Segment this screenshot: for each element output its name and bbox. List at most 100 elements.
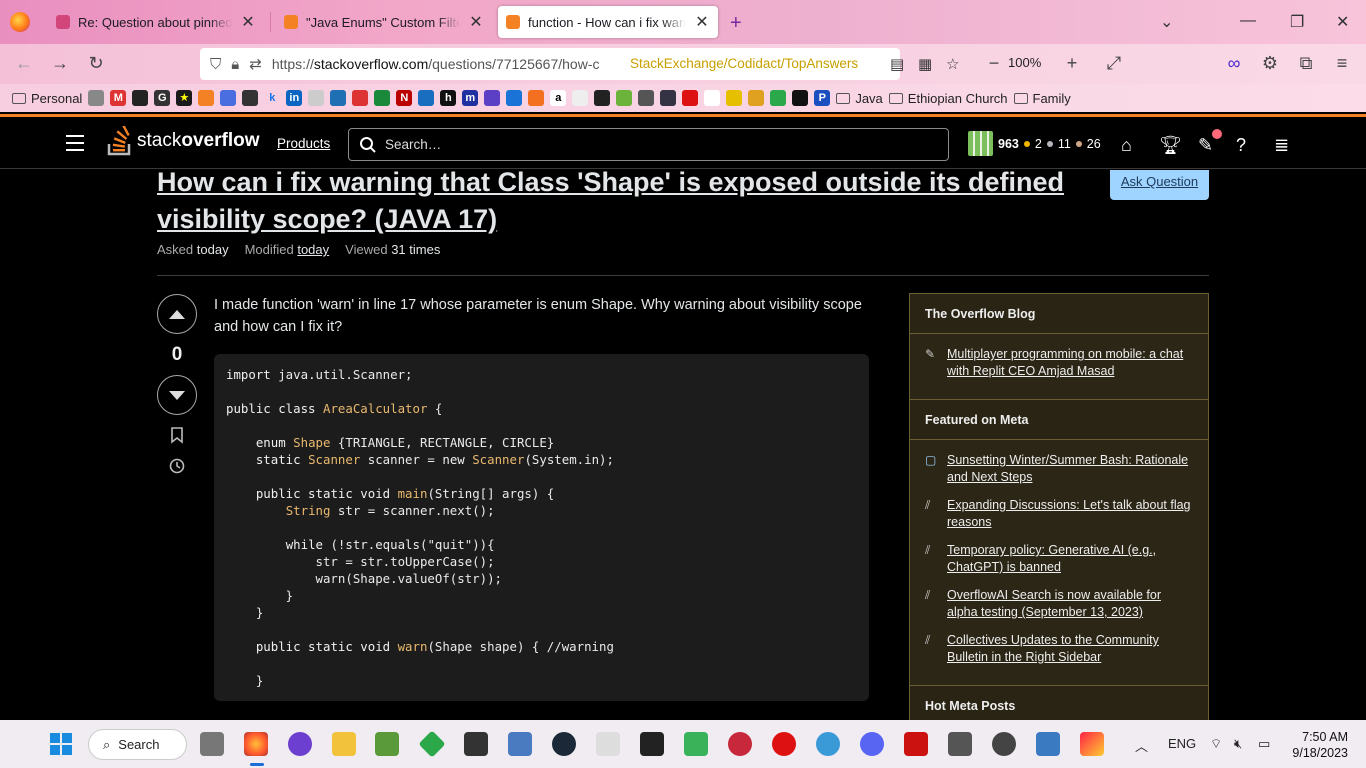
system-clock[interactable]: 7:50 AM 9/18/2023 — [1290, 729, 1348, 761]
zoom-out-icon[interactable]: − — [982, 53, 1006, 74]
code-block[interactable]: import java.util.Scanner; public class A… — [214, 354, 869, 701]
steam-icon[interactable] — [552, 732, 576, 756]
bookmark-icon[interactable] — [792, 90, 809, 106]
monitor-app-icon[interactable] — [508, 732, 532, 756]
desktop-app-icon[interactable] — [1036, 732, 1060, 756]
windows-start-icon[interactable] — [50, 733, 72, 755]
tool-app-icon[interactable] — [1080, 732, 1104, 756]
reader-view-icon[interactable]: ▤ — [890, 55, 904, 73]
restore-icon[interactable]: ❐ — [1290, 12, 1304, 32]
zoom-in-icon[interactable]: + — [1060, 53, 1084, 74]
bookmark-folder-family[interactable]: Family — [1013, 91, 1071, 106]
firefox-icon[interactable] — [244, 732, 268, 756]
tab-java-enums[interactable]: "Java Enums" Custom Filtered C ✕ — [276, 6, 492, 38]
extension-link-text[interactable]: StackExchange/Codidact/TopAnswers — [630, 56, 858, 71]
chevron-up-icon[interactable]: ︿ — [1135, 736, 1148, 755]
address-bar[interactable]: ⛉ 🔒︎ ⇄ https://stackoverflow.com/questio… — [200, 48, 959, 80]
red-app-icon[interactable] — [728, 732, 752, 756]
bookmark-icon[interactable] — [352, 90, 369, 106]
close-tab-icon[interactable]: ✕ — [468, 12, 484, 32]
git-app-icon[interactable] — [418, 730, 446, 758]
lock-icon[interactable]: 🔒︎ — [231, 56, 239, 73]
list-item[interactable]: ▢ Sunsetting Winter/Summer Bash: Rational… — [925, 452, 1193, 486]
github-icon[interactable] — [132, 90, 149, 106]
gmail-icon[interactable]: M — [110, 90, 127, 106]
bookmark-icon[interactable] — [638, 90, 655, 106]
clock-app-icon[interactable] — [992, 732, 1016, 756]
bookmark-folder-personal[interactable]: Personal — [12, 91, 82, 106]
language-indicator[interactable]: ENG — [1168, 736, 1196, 751]
globe-app-icon[interactable] — [816, 732, 840, 756]
bookmark-icon[interactable] — [374, 90, 391, 106]
ask-question-button[interactable]: Ask Question — [1110, 170, 1209, 200]
h-icon[interactable]: h — [440, 90, 457, 106]
app-menu-icon[interactable]: ≡ — [1330, 53, 1354, 74]
citi-icon[interactable] — [330, 90, 347, 106]
tab-list-chevron-icon[interactable]: ⌄ — [1160, 12, 1173, 32]
upvote-button[interactable] — [157, 294, 197, 334]
inbox-icon[interactable]: ⌂ — [1121, 135, 1132, 156]
list-item[interactable]: ✎ Multiplayer programming on mobile: a ch… — [925, 346, 1193, 380]
battery-icon[interactable]: ▭ — [1258, 736, 1270, 752]
zoom-level[interactable]: 100% — [1008, 55, 1041, 70]
bookmark-icon[interactable] — [170, 427, 184, 444]
list-item[interactable]: ⫽ OverflowAI Search is now available for … — [925, 587, 1193, 621]
back-icon[interactable]: ← — [12, 53, 36, 74]
globe-icon[interactable] — [660, 90, 677, 106]
stackoverflow-logo[interactable]: stack overflow — [107, 126, 259, 156]
hamburger-menu-icon[interactable] — [66, 135, 84, 156]
history-icon[interactable] — [168, 457, 186, 475]
extensions-puzzle-icon[interactable]: ⧉ — [1294, 53, 1318, 74]
bookmark-icon[interactable] — [594, 90, 611, 106]
close-window-icon[interactable]: ✕ — [1336, 12, 1349, 32]
file-explorer-icon[interactable] — [332, 732, 356, 756]
bookmark-icon[interactable] — [484, 90, 501, 106]
reload-icon[interactable]: ↻ — [84, 53, 108, 74]
notepad-app-icon[interactable] — [375, 732, 399, 756]
bookmark-icon[interactable] — [308, 90, 325, 106]
settings-gear-icon[interactable]: ⚙ — [1258, 53, 1282, 74]
list-item[interactable]: ⫽ Expanding Discussions: Let's talk about… — [925, 497, 1193, 531]
bookmark-icon[interactable] — [528, 90, 545, 106]
tab-active-question[interactable]: function - How can i fix warnin ✕ — [498, 6, 718, 38]
bookmark-icon[interactable] — [572, 90, 589, 106]
star-app-icon[interactable]: ★ — [176, 90, 193, 106]
url-text[interactable]: https://stackoverflow.com/questions/7712… — [272, 56, 600, 72]
bookmark-icon[interactable] — [220, 90, 237, 106]
close-tab-icon[interactable]: ✕ — [240, 12, 256, 32]
avatar[interactable] — [968, 131, 993, 156]
bookmark-icon[interactable] — [418, 90, 435, 106]
g-app-icon[interactable] — [464, 732, 488, 756]
g-icon[interactable]: G — [154, 90, 171, 106]
amazon-icon[interactable]: a — [550, 90, 567, 106]
user-reputation[interactable]: 963 2 11 26 — [968, 131, 1101, 156]
review-queue-icon[interactable]: ✎ — [1198, 129, 1222, 156]
tab-email[interactable]: Re: Question about pinned - da ✕ — [48, 6, 264, 38]
bird-app-icon[interactable] — [772, 732, 796, 756]
bookmark-folder-ethiopian-church[interactable]: Ethiopian Church — [888, 91, 1008, 106]
site-search[interactable] — [348, 128, 949, 161]
minimize-icon[interactable]: — — [1240, 12, 1256, 30]
modified-link[interactable]: today — [297, 242, 329, 257]
bookmark-icon[interactable] — [704, 90, 721, 106]
bookmark-icon[interactable] — [682, 90, 699, 106]
bookmark-icon[interactable] — [506, 90, 523, 106]
permissions-icon[interactable]: ⇄ — [249, 55, 262, 73]
bookmark-icon[interactable] — [242, 90, 259, 106]
k-icon[interactable]: k — [264, 90, 280, 106]
bookmark-star-icon[interactable]: ☆ — [946, 55, 959, 73]
bookmark-icon[interactable] — [616, 90, 633, 106]
speaker-muted-icon[interactable]: 🔇︎ — [1234, 736, 1242, 752]
m-icon[interactable]: m — [462, 90, 479, 106]
shield-icon[interactable]: ⛉ — [210, 56, 221, 73]
downvote-button[interactable] — [157, 375, 197, 415]
firefox-menu-icon[interactable] — [10, 12, 30, 32]
bookmark-icon[interactable] — [88, 90, 105, 106]
qr-code-icon[interactable]: ▦ — [918, 55, 932, 73]
wifi-icon[interactable]: ⌔ — [1210, 736, 1222, 752]
search-input[interactable] — [385, 137, 905, 152]
document-icon[interactable] — [596, 732, 620, 756]
bookmark-icon[interactable] — [726, 90, 743, 106]
task-view-icon[interactable] — [200, 732, 224, 756]
netflix-icon[interactable]: N — [396, 90, 413, 106]
